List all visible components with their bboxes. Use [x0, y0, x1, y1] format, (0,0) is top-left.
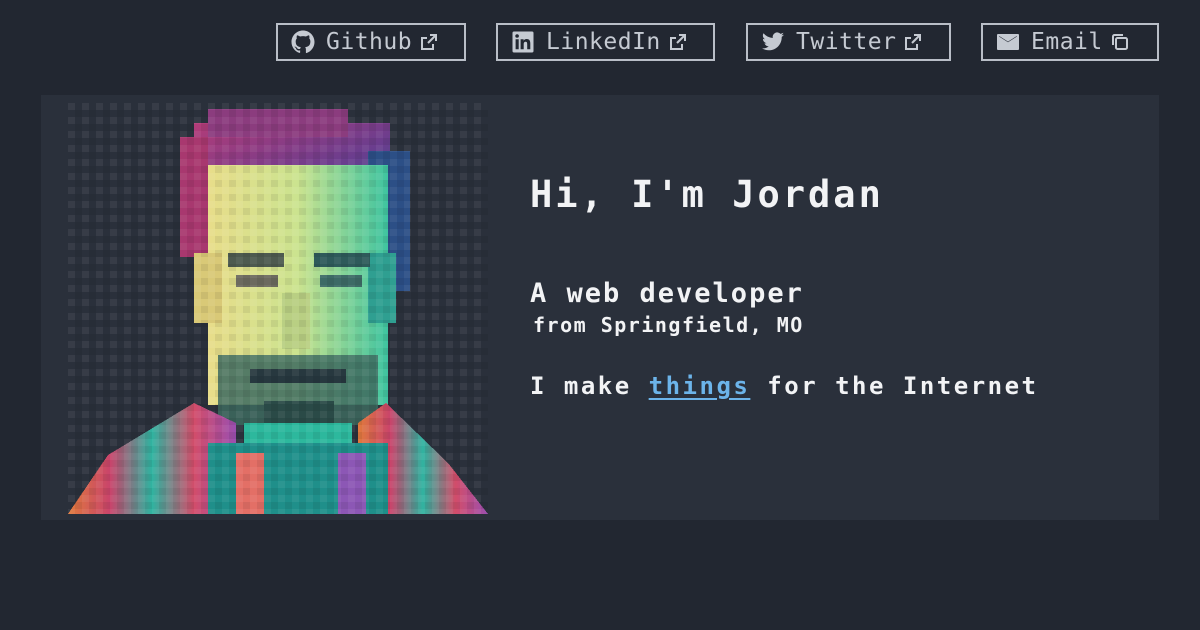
twitter-icon [760, 29, 786, 55]
external-link-icon [667, 31, 689, 53]
mail-icon [995, 29, 1021, 55]
external-link-icon [418, 31, 440, 53]
copy-icon [1109, 31, 1131, 53]
location-text: from Springfield, MO [533, 313, 804, 337]
github-link[interactable]: Github [276, 23, 466, 61]
email-label: Email [1031, 29, 1103, 55]
greeting-heading: Hi, I'm Jordan [530, 173, 884, 216]
hero-card: Hi, I'm Jordan A web developer from Spri… [41, 95, 1159, 520]
tagline-suffix: for the Internet [750, 372, 1039, 400]
linkedin-link[interactable]: LinkedIn [496, 23, 715, 61]
pixel-portrait-image [68, 103, 488, 514]
linkedin-icon [510, 29, 536, 55]
linkedin-label: LinkedIn [546, 29, 661, 55]
github-icon [290, 29, 316, 55]
twitter-label: Twitter [796, 29, 897, 55]
things-link[interactable]: things [649, 372, 751, 400]
github-label: Github [326, 29, 413, 55]
twitter-link[interactable]: Twitter [746, 23, 951, 61]
tagline-prefix: I make [530, 372, 649, 400]
email-button[interactable]: Email [981, 23, 1159, 61]
external-link-icon [902, 31, 924, 53]
tagline: I make things for the Internet [530, 372, 1039, 400]
role-text: A web developer [530, 278, 804, 309]
